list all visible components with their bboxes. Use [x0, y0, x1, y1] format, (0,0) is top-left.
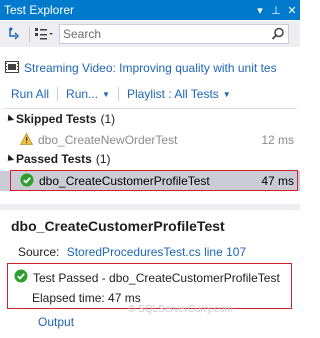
warning-icon [19, 132, 34, 148]
collapse-arrow-icon[interactable] [4, 154, 15, 164]
group-name: Skipped Tests [16, 112, 97, 126]
output-link[interactable]: Output [38, 315, 74, 329]
window-dropdown-button[interactable]: ▾ [252, 4, 268, 17]
result-line: Test Passed - dbo_CreateCustomerProfileT… [14, 269, 280, 286]
test-duration: 12 ms [261, 133, 294, 147]
action-separator [117, 87, 119, 101]
playlist-bar[interactable]: Streaming Video: Improving quality with … [0, 57, 300, 79]
run-tests-icon[interactable] [4, 24, 26, 44]
divider [3, 108, 297, 109]
pass-check-icon [14, 269, 28, 286]
group-by-icon[interactable] [33, 24, 55, 44]
test-row-skipped[interactable]: dbo_CreateNewOrderTest 12 ms [0, 130, 300, 150]
toolbar [0, 21, 300, 47]
search-icon[interactable] [268, 25, 288, 43]
group-header-skipped[interactable]: Skipped Tests (1) [0, 110, 300, 128]
detail-title: dbo_CreateCustomerProfileTest [11, 218, 225, 234]
source-link[interactable]: StoredProceduresTest.cs line 107 [67, 245, 246, 259]
pin-button[interactable]: ⊥ [268, 4, 284, 17]
window-titlebar: Test Explorer ▾ ⊥ ✕ [0, 0, 300, 20]
action-bar: Run All Run... ▼ Playlist : All Tests ▼ [0, 84, 300, 104]
group-count: (1) [95, 152, 111, 166]
collapse-arrow-icon[interactable] [4, 114, 15, 124]
source-line: Source: StoredProceduresTest.cs line 107 [18, 245, 246, 259]
result-box: Test Passed - dbo_CreateCustomerProfileT… [7, 263, 292, 309]
search-input[interactable] [60, 27, 268, 41]
playlist-dropdown-icon[interactable]: ▼ [223, 90, 231, 99]
result-text: Test Passed - dbo_CreateCustomerProfileT… [33, 270, 280, 285]
search-box[interactable] [59, 24, 289, 44]
group-count: (1) [100, 112, 116, 126]
close-button[interactable]: ✕ [284, 4, 300, 17]
source-label: Source: [18, 245, 60, 259]
film-strip-icon [5, 60, 19, 76]
playlist-bar-text: Streaming Video: Improving quality with … [24, 61, 277, 75]
group-header-passed[interactable]: Passed Tests (1) [0, 150, 300, 168]
test-duration: 47 ms [261, 174, 294, 188]
playlist-menu-link[interactable]: Playlist : All Tests [127, 87, 219, 101]
pane-splitter[interactable] [0, 204, 300, 210]
elapsed-time: Elapsed time: 47 ms [32, 291, 141, 305]
test-name: dbo_CreateNewOrderTest [38, 133, 178, 147]
window-title: Test Explorer [4, 3, 75, 17]
toolbar-separator [29, 26, 30, 42]
run-dropdown-icon[interactable]: ▼ [102, 90, 110, 99]
run-all-link[interactable]: Run All [11, 87, 49, 101]
pass-check-icon [20, 173, 34, 190]
run-menu-link[interactable]: Run... [66, 87, 98, 101]
action-separator [57, 87, 59, 101]
test-row-passed[interactable]: dbo_CreateCustomerProfileTest 47 ms [0, 171, 300, 191]
test-name: dbo_CreateCustomerProfileTest [39, 174, 210, 188]
group-name: Passed Tests [16, 152, 92, 166]
watermark: © SQLServerCurry.com [128, 304, 233, 315]
